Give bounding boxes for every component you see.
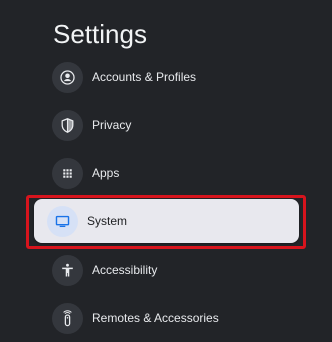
remote-icon [52,302,83,334]
tv-monitor-icon [47,205,78,237]
menu-item-label: Accessibility [92,263,158,277]
menu-item-remotes-accessories[interactable]: Remotes & Accessories [52,302,219,334]
shield-icon [52,109,83,141]
accessibility-icon [52,254,83,286]
page-title: Settings [53,19,147,49]
apps-grid-icon [52,157,83,189]
menu-item-label: System [87,214,128,228]
menu-item-system[interactable]: System [34,199,299,243]
menu-item-label: Remotes & Accessories [92,311,219,325]
menu-item-label: Accounts & Profiles [92,70,197,84]
menu-item-accessibility[interactable]: Accessibility [52,254,157,286]
account-circle-icon [52,61,83,93]
menu-item-apps[interactable]: Apps [52,157,119,189]
menu-item-accounts-profiles[interactable]: Accounts & Profiles [52,61,196,93]
menu-item-label: Privacy [92,118,132,132]
menu-item-label: Apps [92,166,120,180]
menu-item-privacy[interactable]: Privacy [52,109,131,141]
